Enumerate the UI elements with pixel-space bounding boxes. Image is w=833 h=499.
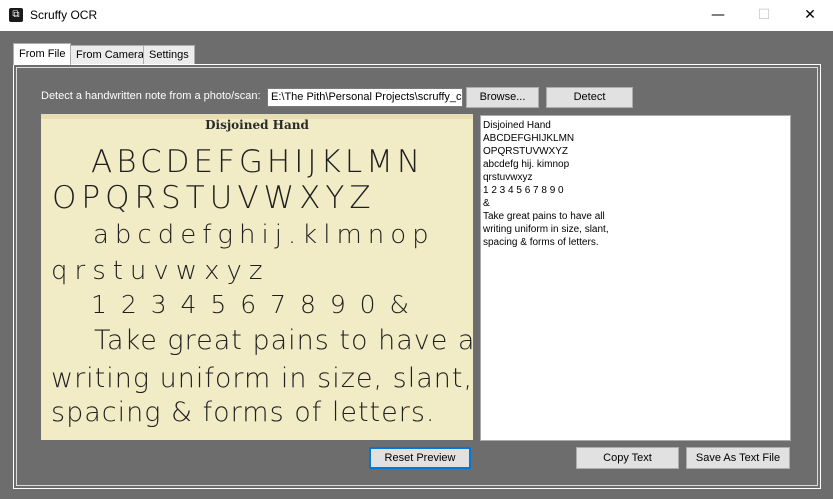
output-line: writing uniform in size, slant, <box>483 224 609 235</box>
note-line: abcdefghij.klmnop <box>93 220 435 250</box>
output-line: Disjoined Hand <box>483 120 551 131</box>
maximize-button[interactable]: ☐ <box>741 0 787 31</box>
output-line: ABCDEFGHIJKLMN <box>483 133 575 144</box>
close-button[interactable]: ✕ <box>787 0 833 31</box>
window-title: Scruffy OCR <box>30 8 98 22</box>
copy-text-button[interactable]: Copy Text <box>576 447 679 469</box>
tab-from-camera[interactable]: From Camera <box>70 45 150 64</box>
note-line: 1 2 3 4 5 6 7 8 9 0 & <box>91 290 413 319</box>
detect-button[interactable]: Detect <box>546 87 633 108</box>
output-line: 1 2 3 4 5 6 7 8 9 0 <box>483 185 564 196</box>
ocr-output-textbox[interactable]: Disjoined Hand ABCDEFGHIJKLMN OPQRSTUVWX… <box>480 115 791 441</box>
browse-button[interactable]: Browse... <box>466 87 539 108</box>
reset-preview-button[interactable]: Reset Preview <box>369 447 471 469</box>
app-window: ⧉ Scruffy OCR — ☐ ✕ From File From Camer… <box>0 0 833 499</box>
app-logo-icon: ⧉ <box>9 8 23 22</box>
file-path-input[interactable]: E:\The Pith\Personal Projects\scruffy_c <box>267 88 463 107</box>
output-line: abcdefg hij. kimnop <box>483 159 570 170</box>
output-line: spacing & forms of letters. <box>483 237 599 248</box>
save-as-text-file-button[interactable]: Save As Text File <box>686 447 790 469</box>
note-line: spacing & forms of letters. <box>51 397 436 428</box>
output-line: & <box>483 198 490 209</box>
note-line: Take great pains to have all <box>94 325 473 356</box>
note-title: Disjoined Hand <box>205 118 309 132</box>
output-line: Take great pains to have all <box>483 211 605 222</box>
note-line: writing uniform in size, slant, <box>51 363 473 394</box>
image-preview: Disjoined Hand ABCDEFGHIJKLMN OPQRSTUVWX… <box>41 114 473 440</box>
note-line: ABCDEFGHIJKLMN <box>91 144 425 180</box>
tab-settings[interactable]: Settings <box>143 45 195 64</box>
detect-prompt-label: Detect a handwritten note from a photo/s… <box>41 90 261 102</box>
note-line: OPQRSTUVWXYZ <box>52 180 376 216</box>
tab-from-file[interactable]: From File <box>13 43 72 65</box>
note-line: qrstuvwxyz <box>51 256 270 286</box>
minimize-button[interactable]: — <box>695 0 741 31</box>
output-line: OPQRSTUVWXYZ <box>483 146 569 157</box>
output-line: qrstuvwxyz <box>483 172 533 183</box>
title-bar[interactable]: ⧉ Scruffy OCR — ☐ ✕ <box>0 0 833 31</box>
